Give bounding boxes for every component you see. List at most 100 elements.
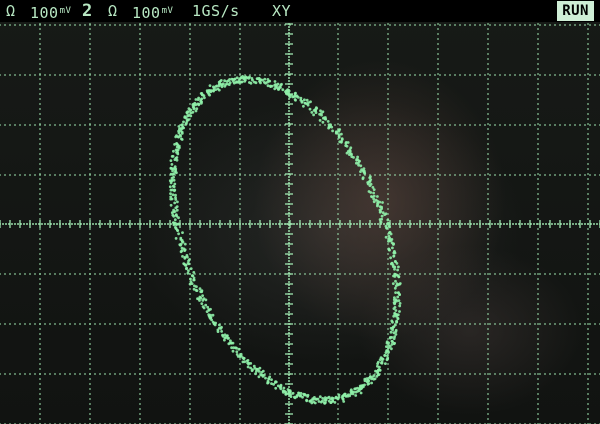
grid-dot: [89, 243, 91, 245]
grid-dot: [437, 308, 439, 310]
grid-dot: [387, 63, 389, 65]
grid-dot: [34, 373, 36, 375]
trace-dot: [397, 265, 400, 269]
grid-dot: [587, 78, 589, 80]
grid-dot: [264, 24, 266, 26]
grid-dot: [544, 124, 546, 126]
grid-dot: [539, 323, 541, 325]
grid-dot: [337, 233, 339, 235]
grid-dot: [139, 408, 141, 410]
grid-dot: [474, 124, 476, 126]
grid-dot: [484, 273, 486, 275]
grid-dot: [479, 124, 481, 126]
grid-dot: [387, 293, 389, 295]
grid-dot: [189, 338, 191, 340]
trace-dot: [372, 377, 376, 381]
axis-dot: [288, 341, 290, 343]
grid-dot: [324, 373, 326, 375]
grid-dot: [434, 373, 436, 375]
grid-dot: [537, 373, 539, 375]
grid-dot: [189, 63, 191, 65]
axis-dot: [288, 41, 290, 43]
grid-dot: [89, 188, 91, 190]
grid-dot: [89, 183, 91, 185]
grid-dot: [487, 148, 489, 150]
grid-dot: [89, 168, 91, 170]
axis-dot: [288, 281, 290, 283]
grid-dot: [44, 373, 46, 375]
grid-dot: [437, 178, 439, 180]
trace-dot: [337, 393, 341, 397]
trace-dot: [270, 378, 273, 381]
grid-dot: [387, 58, 389, 60]
grid-dot: [39, 43, 41, 45]
axis-dot: [288, 47, 290, 49]
grid-dot: [487, 323, 489, 325]
axis-dot: [527, 223, 529, 225]
grid-dot: [244, 323, 246, 325]
axis-dot: [288, 380, 290, 382]
grid-dot: [239, 303, 241, 305]
grid-dot: [564, 24, 566, 26]
grid-dot: [139, 253, 141, 255]
grid-dot: [19, 74, 21, 76]
grid-dot: [39, 268, 41, 270]
grid-dot: [189, 133, 191, 135]
grid-dot: [89, 88, 91, 90]
grid-dot: [537, 183, 539, 185]
grid-dot: [587, 58, 589, 60]
grid-dot: [139, 208, 141, 210]
grid-dot: [587, 328, 589, 330]
grid-dot: [109, 124, 111, 126]
axis-dot: [254, 223, 256, 225]
grid-dot: [334, 373, 336, 375]
grid-dot: [59, 273, 61, 275]
grid-dot: [537, 408, 539, 410]
trace-dot: [329, 397, 332, 401]
grid-dot: [339, 273, 341, 275]
grid-dot: [209, 124, 211, 126]
axis-dot: [587, 223, 589, 225]
trace-dot: [228, 341, 232, 345]
grid-dot: [89, 74, 91, 76]
grid-dot: [239, 148, 241, 150]
grid-dot: [239, 38, 241, 40]
grid-dot: [537, 263, 539, 265]
grid-dot: [34, 273, 36, 275]
axis-dot: [461, 223, 463, 225]
grid-dot: [74, 124, 76, 126]
grid-dot: [189, 408, 191, 410]
grid-dot: [364, 24, 366, 26]
grid-dot: [189, 393, 191, 395]
grid-dot: [89, 348, 91, 350]
grid-dot: [89, 248, 91, 250]
grid-dot: [337, 333, 339, 335]
grid-dot: [464, 74, 466, 76]
trace-dot: [376, 204, 379, 208]
grid-dot: [239, 273, 241, 275]
grid-dot: [544, 273, 546, 275]
grid-dot: [387, 408, 389, 410]
grid-dot: [294, 24, 296, 26]
grid-dot: [509, 174, 511, 176]
grid-dot: [587, 338, 589, 340]
grid-dot: [239, 298, 241, 300]
grid-dot: [534, 124, 536, 126]
grid-dot: [189, 58, 191, 60]
grid-dot: [134, 124, 136, 126]
grid-dot: [369, 74, 371, 76]
grid-dot: [189, 238, 191, 240]
grid-dot: [164, 373, 166, 375]
grid-dot: [39, 153, 41, 155]
grid-dot: [534, 24, 536, 26]
trace-dot: [170, 163, 174, 166]
grid-dot: [387, 153, 389, 155]
grid-dot: [234, 124, 236, 126]
trace-dot: [247, 361, 251, 365]
grid-dot: [189, 388, 191, 390]
trace-dot: [376, 362, 379, 366]
grid-dot: [587, 33, 589, 35]
grid-dot: [437, 398, 439, 400]
grid-dot: [337, 193, 339, 195]
grid-dot: [4, 273, 6, 275]
